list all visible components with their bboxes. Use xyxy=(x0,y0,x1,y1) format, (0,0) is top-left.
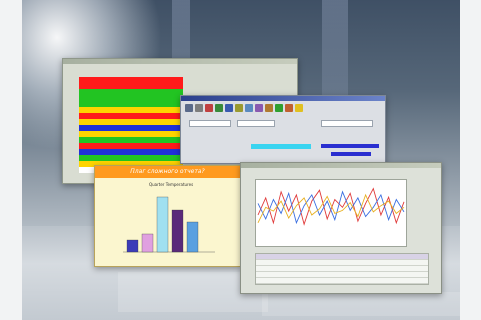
trend-series-line xyxy=(257,187,405,226)
filter-icon[interactable] xyxy=(235,104,243,112)
progress-bar xyxy=(321,144,379,148)
chart-bar xyxy=(126,239,139,253)
grid-row[interactable] xyxy=(256,278,428,284)
print-icon[interactable] xyxy=(195,104,203,112)
people-icon[interactable] xyxy=(265,104,273,112)
chart-bar xyxy=(141,233,154,253)
window-titlebar xyxy=(241,163,441,168)
data-table[interactable] xyxy=(79,77,183,173)
chart-title: Quarter Temperatures xyxy=(149,182,194,187)
chart-bar xyxy=(186,221,199,253)
trend-window[interactable] xyxy=(240,162,442,294)
bar-chart xyxy=(123,196,215,253)
input-field[interactable] xyxy=(189,120,231,127)
chart-icon[interactable] xyxy=(215,104,223,112)
chart-bar xyxy=(156,196,169,253)
lightbulb-icon[interactable] xyxy=(295,104,303,112)
window-reflection xyxy=(262,292,460,316)
zoom-icon[interactable] xyxy=(205,104,213,112)
window-titlebar xyxy=(63,59,297,64)
settings-icon[interactable] xyxy=(255,104,263,112)
toolbar-window[interactable] xyxy=(180,95,386,164)
table-icon[interactable] xyxy=(225,104,233,112)
flag-icon[interactable] xyxy=(285,104,293,112)
data-grid[interactable] xyxy=(255,253,429,285)
toolbar[interactable] xyxy=(185,104,303,114)
chart-window-title: Плаг сложного отчета? xyxy=(95,166,240,178)
input-field[interactable] xyxy=(321,120,373,127)
refresh-icon[interactable] xyxy=(245,104,253,112)
window-titlebar xyxy=(181,96,385,101)
chart-bar xyxy=(171,209,184,253)
progress-bar xyxy=(331,152,371,156)
check-icon[interactable] xyxy=(275,104,283,112)
line-chart xyxy=(255,179,407,247)
save-icon[interactable] xyxy=(185,104,193,112)
input-field[interactable] xyxy=(237,120,275,127)
progress-bar xyxy=(251,144,311,149)
chart-window[interactable]: Плаг сложного отчета? Quarter Temperatur… xyxy=(94,165,241,267)
